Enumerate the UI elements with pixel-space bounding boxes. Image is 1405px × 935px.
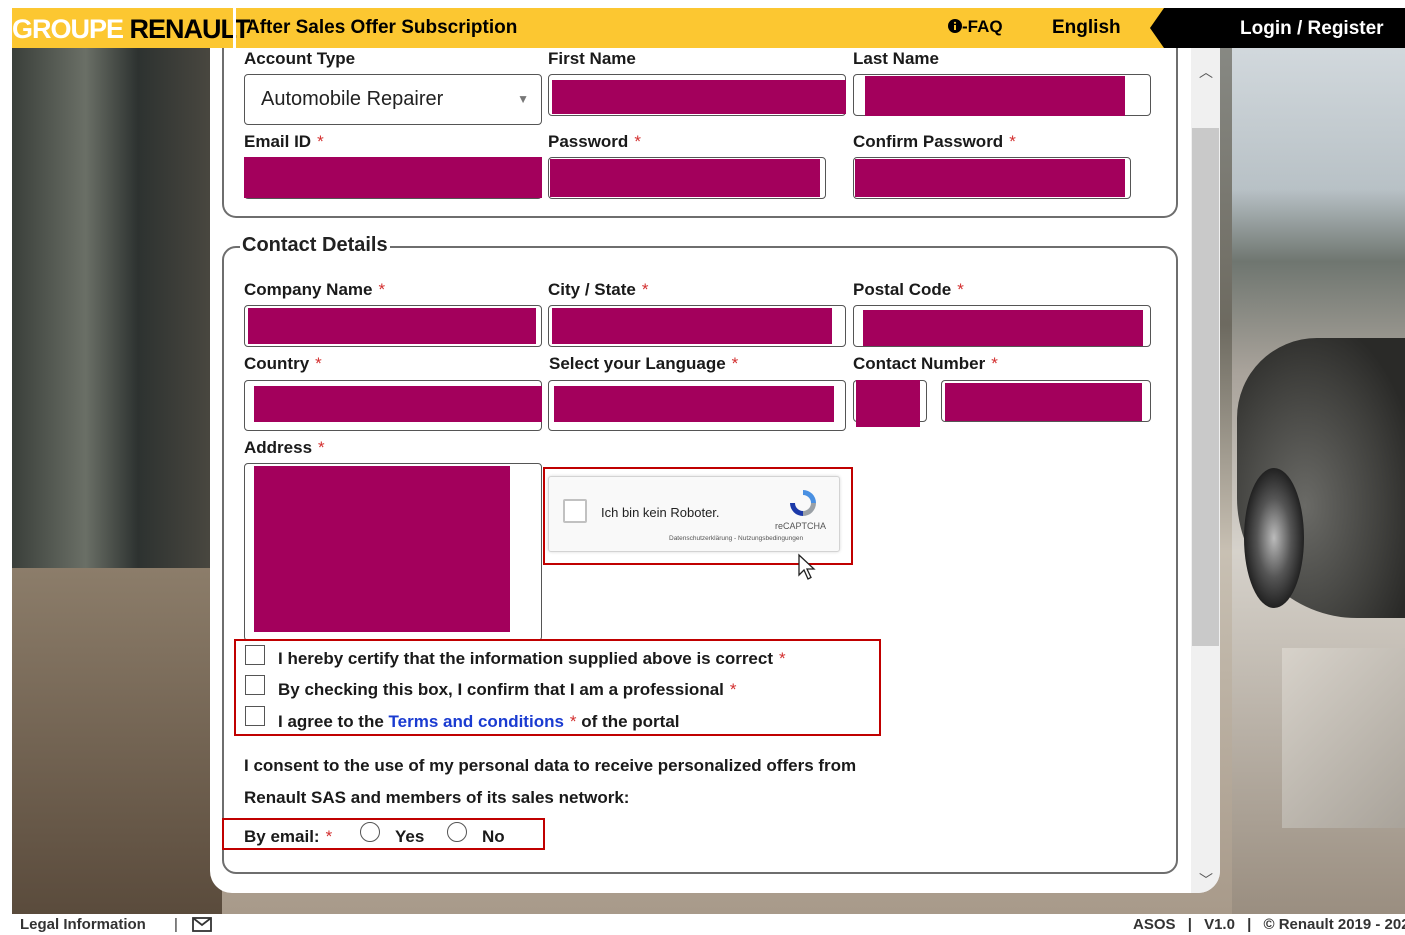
top-header: GROUPE RENAULT After Sales Offer Subscri… — [12, 8, 1405, 48]
email-no-label: No — [482, 827, 505, 846]
redacted-address — [254, 466, 510, 632]
app-title: After Sales Offer Subscription — [246, 17, 518, 38]
mail-icon[interactable] — [192, 917, 212, 932]
contact-number-label: Contact Number * — [853, 354, 998, 373]
redacted-first-name — [552, 80, 846, 114]
faq-link[interactable]: -FAQ — [948, 17, 1003, 37]
footer-version: V1.0 — [1204, 916, 1235, 933]
first-name-label: First Name — [548, 49, 636, 68]
brand-groupe: GROUPE — [12, 14, 124, 44]
scroll-down-icon[interactable]: ﹀ — [1199, 870, 1213, 890]
recaptcha-text: Ich bin kein Roboter. — [601, 505, 720, 520]
footer: Legal Information | ASOS | V1.0 | © Rena… — [0, 914, 1405, 935]
by-email-label: By email: * — [244, 827, 333, 846]
scroll-up-icon[interactable]: ︿ — [1199, 62, 1213, 82]
bg-car-wheel — [1244, 468, 1304, 608]
brand-renault: RENAULT — [129, 14, 251, 44]
address-label: Address * — [244, 438, 325, 457]
legal-information-link[interactable]: Legal Information — [20, 916, 146, 933]
brand-logo[interactable]: GROUPE RENAULT — [12, 14, 251, 45]
terms-link[interactable]: Terms and conditions — [389, 712, 564, 731]
email-no-radio[interactable] — [447, 822, 467, 842]
footer-separator: | — [174, 916, 178, 933]
consent-line-1: I consent to the use of my personal data… — [244, 756, 857, 775]
bg-floor — [12, 568, 222, 914]
header-divider — [233, 8, 236, 48]
footer-app: ASOS — [1133, 916, 1176, 933]
bg-concrete-slab — [1282, 648, 1405, 828]
account-type-select[interactable]: Automobile Repairer ▼ — [244, 74, 542, 125]
footer-copyright: © Renault 2019 - 2021 — [1263, 916, 1405, 933]
recaptcha-brand: reCAPTCHA — [775, 521, 827, 531]
password-label: Password * — [548, 132, 641, 151]
redacted-email — [244, 157, 542, 198]
email-label: Email ID * — [244, 132, 324, 151]
confirm-password-label: Confirm Password * — [853, 132, 1016, 151]
account-type-label: Account Type — [244, 49, 356, 68]
recaptcha-widget: Ich bin kein Roboter. reCAPTCHA Datensch… — [548, 476, 840, 552]
last-name-label: Last Name — [853, 49, 939, 68]
certify-text: I hereby certify that the information su… — [278, 649, 786, 668]
country-label: Country * — [244, 354, 322, 373]
recaptcha-logo-icon — [790, 490, 816, 516]
modal-scrollbar[interactable]: ︿ ﹀ — [1191, 48, 1220, 893]
professional-checkbox[interactable] — [245, 675, 265, 695]
select-language-label: Select your Language * — [549, 354, 739, 373]
chevron-down-icon: ▼ — [517, 92, 529, 106]
left-edge — [0, 0, 12, 935]
email-yes-label: Yes — [395, 827, 425, 846]
login-register-button[interactable]: Login / Register — [1240, 18, 1384, 40]
redacted-password — [550, 159, 820, 197]
login-area: Login / Register — [1150, 8, 1405, 48]
info-icon — [948, 19, 962, 33]
redacted-language — [554, 386, 834, 422]
redacted-country — [254, 386, 542, 422]
contact-details-legend: Contact Details — [240, 234, 390, 257]
terms-text: I agree to the Terms and conditions * of … — [278, 712, 680, 731]
redacted-phone-number — [945, 383, 1142, 421]
mouse-cursor-icon — [798, 553, 816, 580]
registration-modal: Account Type First Name Last Name Automo… — [210, 48, 1220, 893]
redacted-company — [248, 308, 536, 344]
terms-checkbox[interactable] — [245, 706, 265, 726]
professional-text: By checking this box, I confirm that I a… — [278, 680, 737, 699]
recaptcha-checkbox[interactable] — [563, 499, 587, 523]
redacted-phone-prefix — [856, 380, 920, 427]
city-state-label: City / State * — [548, 280, 649, 299]
postal-code-label: Postal Code * — [853, 280, 964, 299]
footer-info: ASOS | V1.0 | © Renault 2019 - 2021 — [1133, 916, 1405, 933]
redacted-last-name — [865, 76, 1125, 116]
recaptcha-links[interactable]: Datenschutzerklärung - Nutzungsbedingung… — [669, 535, 803, 542]
account-type-value: Automobile Repairer — [261, 88, 444, 110]
redacted-confirm-password — [855, 159, 1125, 197]
redacted-city — [552, 308, 832, 344]
email-yes-radio[interactable] — [360, 822, 380, 842]
redacted-postal — [863, 310, 1143, 346]
consent-line-2: Renault SAS and members of its sales net… — [244, 788, 630, 807]
company-name-label: Company Name * — [244, 280, 386, 299]
scroll-thumb[interactable] — [1192, 128, 1219, 646]
language-selector[interactable]: English — [1052, 17, 1121, 39]
certify-checkbox[interactable] — [245, 645, 265, 665]
faq-label: FAQ — [967, 17, 1003, 36]
